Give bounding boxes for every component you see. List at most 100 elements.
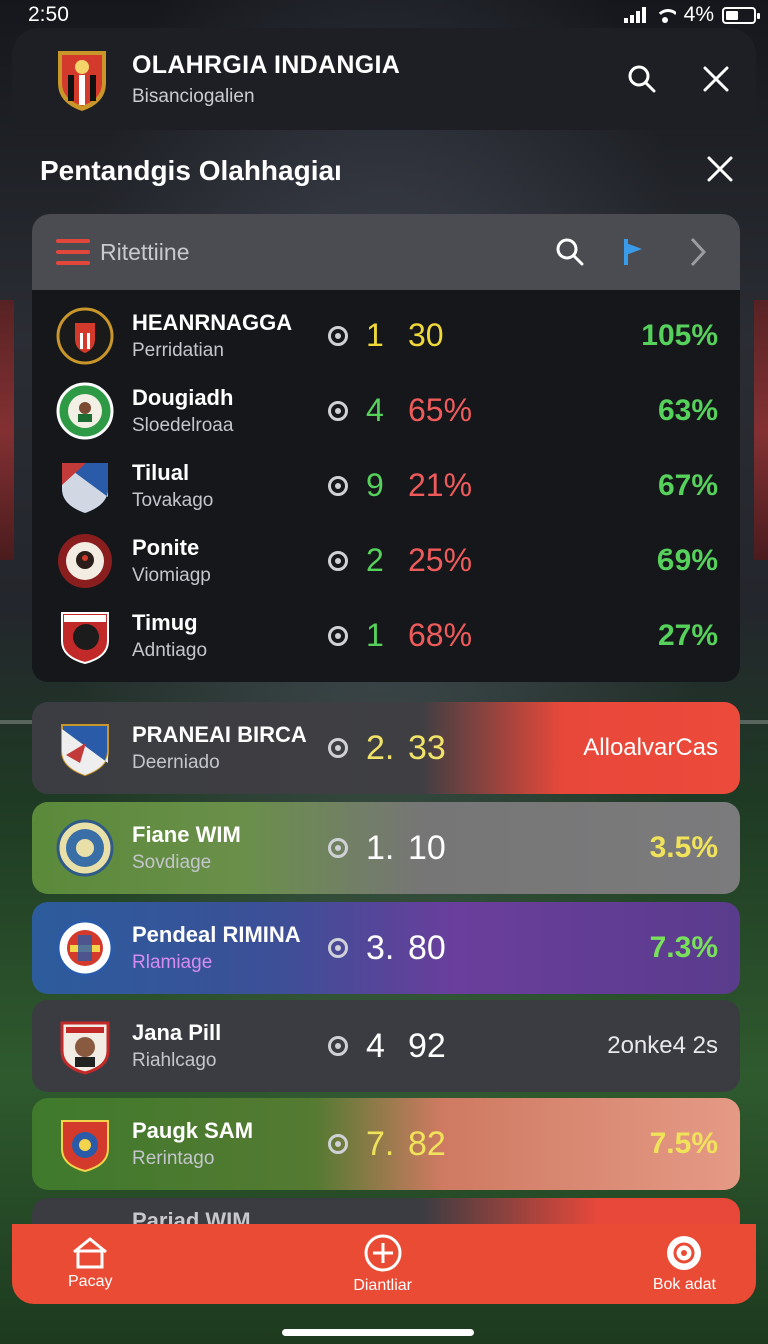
stat-percent: ϐ9% <box>656 543 718 577</box>
app-titles: OLAHRGIA INDANGIA Bisanciogalien <box>132 51 588 108</box>
stat-secondary: 25% <box>408 542 473 578</box>
team-sub: Sloedelroaa <box>132 414 234 436</box>
team-names: Paugk SAM Rerintago <box>132 1118 328 1170</box>
team-crest-icon <box>56 819 114 877</box>
list-item[interactable]: Timug Adntiago 1 68% 27% <box>32 598 740 673</box>
odds-major: 4 <box>366 1026 385 1065</box>
record-icon <box>667 1236 702 1270</box>
team-sub: Tovakago <box>132 489 214 511</box>
odds-minor: 10 <box>408 828 446 867</box>
wifi-icon <box>654 7 676 23</box>
odds-minor: 82 <box>408 1124 446 1163</box>
stat-secondary: 30 <box>408 317 444 353</box>
team-sub: Rerintago <box>132 1148 215 1169</box>
odds-minor: 92 <box>408 1026 446 1065</box>
stat-primary: 1 <box>366 617 384 653</box>
search-button[interactable] <box>622 59 662 99</box>
team-names: Jana Pill Riahlcago <box>132 1020 328 1072</box>
menu-icon[interactable] <box>56 239 90 265</box>
match-card[interactable]: PRANEAI BIRCA Deerniado 2. 33 AlloalvarCa… <box>32 702 740 794</box>
radio-dot-icon <box>328 325 348 346</box>
panel-title: Pentandgis Olahhagiaı <box>40 155 342 186</box>
team-names: HEANRNAGGA Perridatian <box>132 310 328 362</box>
stat-percent: 67% <box>657 468 718 502</box>
toolbar-label: Ritettiine <box>100 238 190 265</box>
home-indicator[interactable] <box>282 1329 474 1336</box>
chevron-right-icon <box>690 237 707 267</box>
odds-minor: 33 <box>408 728 446 767</box>
toolbar-search-button[interactable] <box>552 234 588 270</box>
card-status: AlloalvarCas <box>583 734 718 761</box>
plus-circle-icon <box>364 1234 402 1272</box>
team-sub: Viomiagp <box>132 564 211 586</box>
stat-primary: 2 <box>366 542 384 578</box>
match-card[interactable]: Paugk SAM Rerintago 7. 82 7.5% <box>32 1098 740 1190</box>
stat-percent: 27% <box>657 618 718 652</box>
stat-primary: 4 <box>366 392 384 428</box>
team-list: HEANRNAGGA Perridatian 1 30 105% Dougiadh… <box>32 290 740 682</box>
close-app-button[interactable] <box>696 59 736 99</box>
list-item[interactable]: HEANRNAGGA Perridatian 1 30 105% <box>32 298 740 373</box>
team-name: Paugk SAM <box>132 1118 254 1143</box>
match-card[interactable]: Fiane WIM Sovdiage 1. 10 3.5% <box>32 802 740 894</box>
team-names: PRANEAI BIRCA Deerniado <box>132 722 328 774</box>
team-crest-icon <box>58 533 112 588</box>
team-name: Jana Pill <box>132 1020 222 1045</box>
radio-dot-icon <box>328 625 348 646</box>
team-crest-icon <box>61 724 109 777</box>
close-panel-button[interactable] <box>706 155 734 188</box>
card-percent: 7.3% <box>649 931 718 964</box>
nav-add-label: Diantliar <box>353 1277 412 1294</box>
odds-major: 1. <box>366 828 395 867</box>
nav-home[interactable]: Pacay <box>68 1237 112 1291</box>
list-item[interactable]: Ponite Viomiagp 2 25% ϐ9% <box>32 523 740 598</box>
stat-secondary: 21% <box>408 467 473 503</box>
card-status: 2onke4 2s <box>607 1032 718 1059</box>
close-icon <box>707 156 733 181</box>
panel-title-row: Pentandgis Olahhagiaı <box>12 140 756 202</box>
stat-secondary: 68% <box>408 617 473 653</box>
odds-major: 2. <box>366 728 395 767</box>
nav-record[interactable]: Bok adat <box>653 1234 716 1294</box>
match-card[interactable]: Jana Pill Riahlcago 4 92 2onke4 2s <box>32 1000 740 1092</box>
team-crest-icon <box>56 919 114 977</box>
stat-secondary: 65% <box>408 392 473 428</box>
team-sub: Deerniado <box>132 752 220 773</box>
crowd-left <box>0 300 14 560</box>
home-icon <box>73 1237 108 1269</box>
radio-dot-icon <box>328 838 348 858</box>
status-icons: 4% <box>623 3 760 27</box>
stat-percent: 63% <box>657 393 718 427</box>
team-names: Fiane WIM Sovdiage <box>132 822 328 874</box>
radio-dot-icon <box>328 1036 348 1056</box>
card-percent: 3.5% <box>649 831 718 864</box>
team-crest-icon <box>61 611 109 664</box>
signal-icon <box>623 7 646 23</box>
odds-minor: 80 <box>408 928 446 967</box>
radio-dot-icon <box>328 738 348 758</box>
status-bar: 2:50 4% <box>0 0 768 30</box>
stat-percent: 105% <box>641 318 718 352</box>
team-name: HEANRNAGGA <box>132 309 293 335</box>
list-item[interactable]: Tilual Tovakago 9 21% 67% <box>32 448 740 523</box>
status-time: 2:50 <box>28 3 69 26</box>
team-crest-icon <box>56 307 114 364</box>
nav-home-label: Pacay <box>68 1273 113 1290</box>
club-crest-icon <box>58 51 106 111</box>
radio-dot-icon <box>328 550 348 571</box>
next-button[interactable] <box>680 234 716 270</box>
nav-add[interactable]: Diantliar <box>353 1233 412 1295</box>
flag-button[interactable] <box>616 234 652 270</box>
app-header: OLAHRGIA INDANGIA Bisanciogalien <box>12 28 756 130</box>
team-name: Dougiadh <box>132 384 234 410</box>
team-sub: Sovdiage <box>132 852 212 873</box>
bottom-nav: Pacay Diantliar Bok adat <box>12 1224 756 1304</box>
battery-icon <box>722 6 760 24</box>
match-card[interactable]: Pendeal RIMINA Rlamiage 3. 80 7.3% <box>32 902 740 994</box>
radio-dot-icon <box>328 938 348 958</box>
app-subtitle: Bisanciogalien <box>132 85 255 107</box>
card-percent: 7.5% <box>649 1127 718 1160</box>
search-icon <box>556 238 584 266</box>
team-crest-icon <box>56 382 114 439</box>
list-item[interactable]: Dougiadh Sloedelroaa 4 65% 63% <box>32 373 740 448</box>
